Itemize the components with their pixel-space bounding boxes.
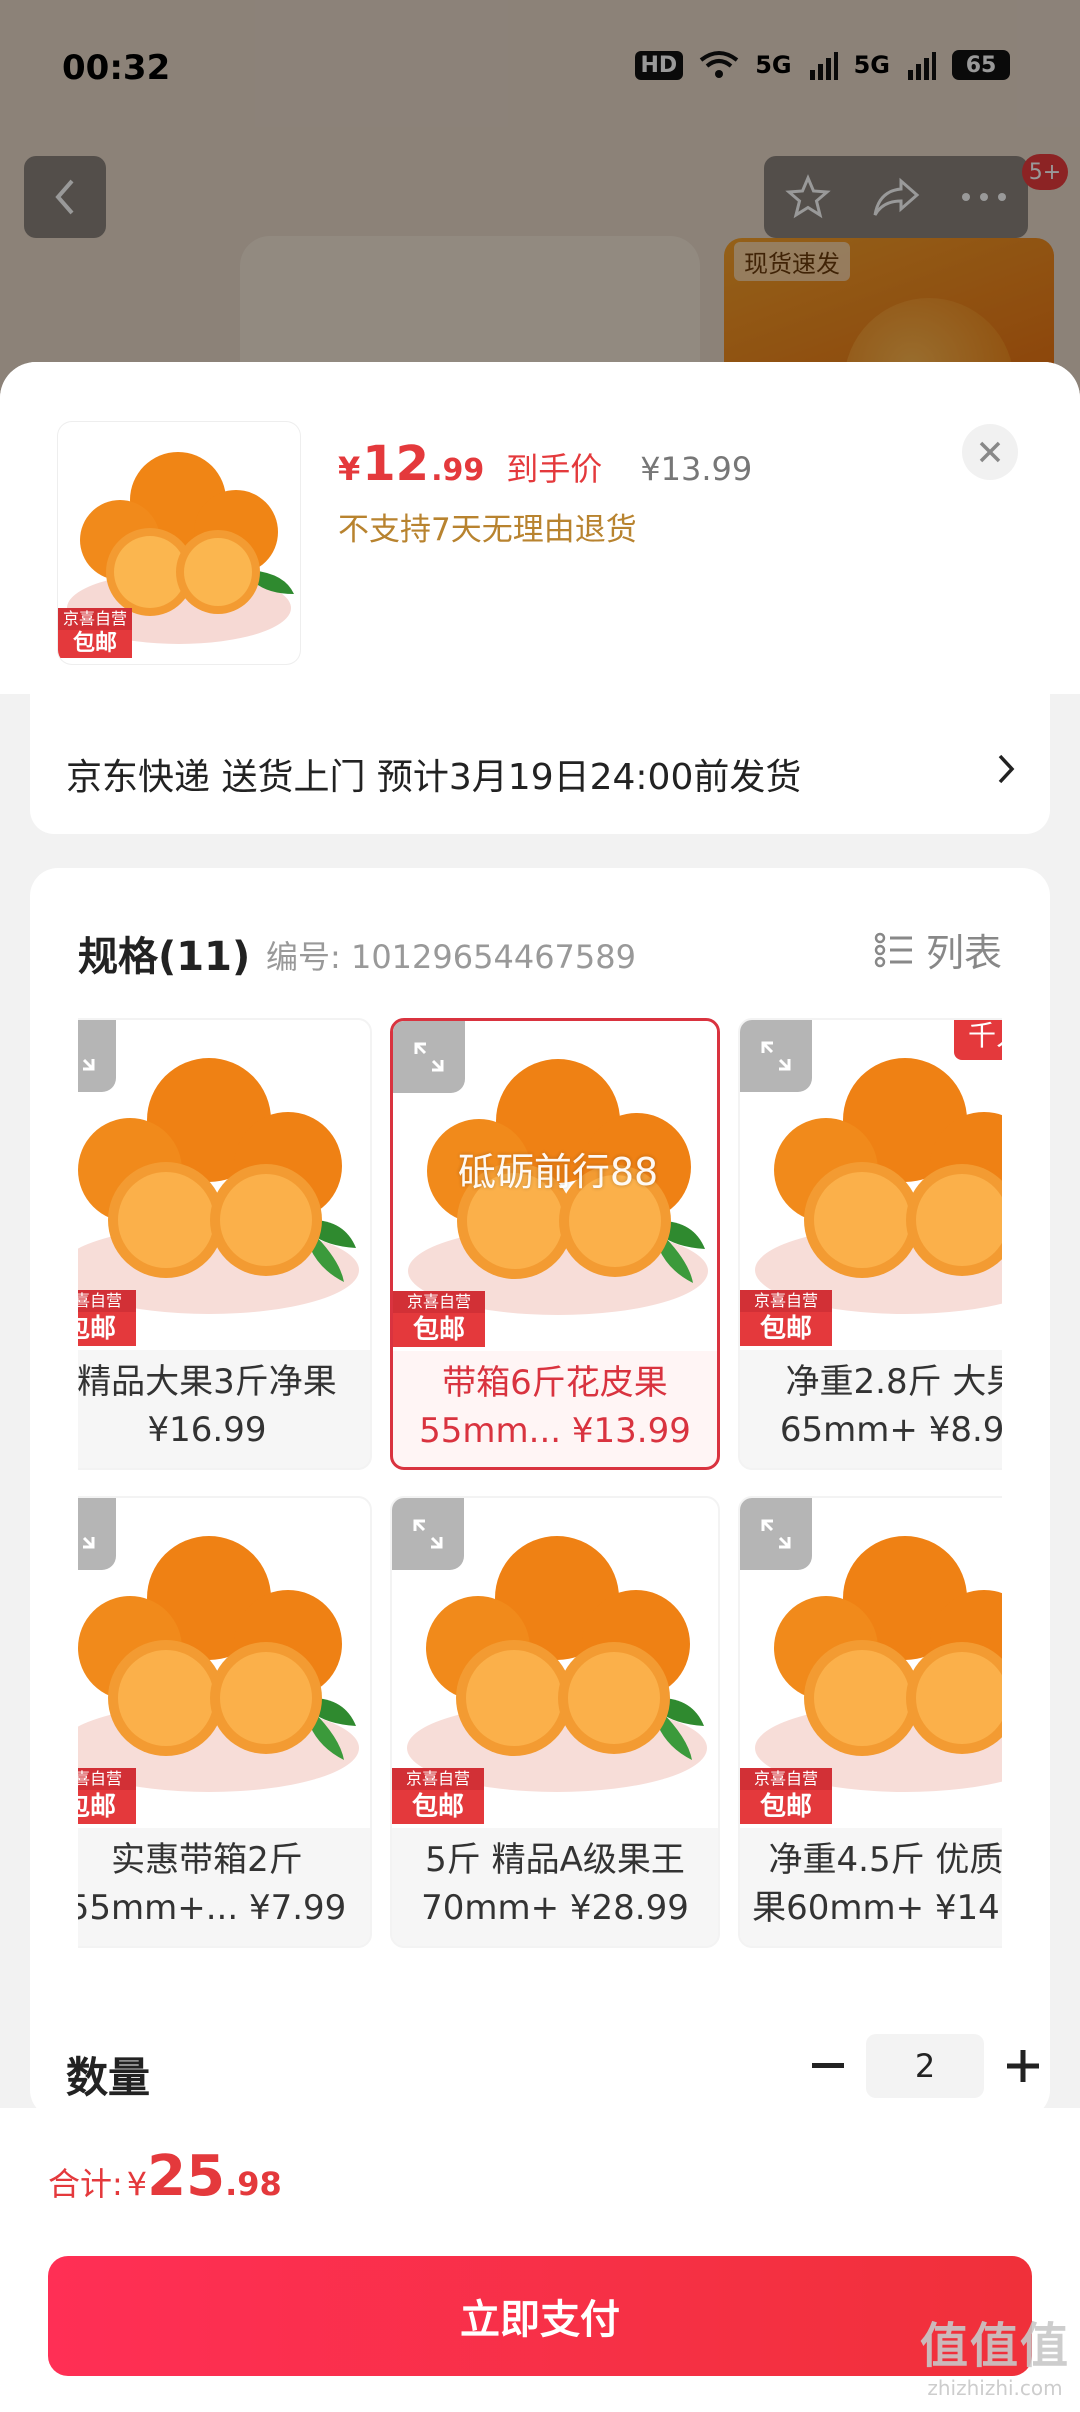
brand-tag: 京喜自营 (393, 1291, 485, 1313)
free-shipping-tag: 包邮 (78, 1314, 116, 1344)
quantity-label: 数量 (66, 2053, 151, 2102)
sheet-header: 京喜自营 包邮 ¥ 12 .99 到手价 ¥13.99 不支持7天无理由退货 (0, 362, 1080, 694)
spec-grid: 京喜自营 包邮 精品大果3斤净果 ¥16.99 砥砺前行88 (78, 1018, 1002, 1948)
close-icon (979, 441, 1001, 463)
expand-image-button[interactable] (740, 1498, 812, 1570)
site-watermark-sub: zhizhizhi.com (927, 2376, 1063, 2400)
expand-image-button[interactable] (78, 1498, 116, 1570)
spec-option-name: 精品大果3斤净果 (78, 1362, 337, 1402)
spec-option-image: 京喜自营 包邮 (78, 1020, 370, 1350)
brand-tag: 京喜自营 (58, 608, 132, 630)
spec-option[interactable]: 砥砺前行88 京喜自营 包邮 带箱6斤花皮果 55mm... ¥13.99 (390, 1018, 720, 1470)
spec-grid-viewport[interactable]: 京喜自营 包邮 精品大果3斤净果 ¥16.99 砥砺前行88 (78, 1018, 1002, 1988)
expand-icon (761, 1519, 791, 1549)
total-integer: 25 (147, 2144, 226, 2209)
total-label: 合计: (48, 2165, 123, 2203)
price-row: ¥ 12 .99 到手价 ¥13.99 (338, 436, 752, 492)
quantity-decrease-button[interactable] (804, 2036, 852, 2096)
image-watermark: 砥砺前行88 (457, 1150, 659, 1194)
spec-option[interactable]: 京喜自营 包邮 净重4.5斤 优质大 果60mm+ ¥14.99 (738, 1496, 1002, 1948)
spec-option-image: 京喜自营 包邮 (740, 1498, 1002, 1828)
site-watermark-main: 值值值 (919, 2318, 1070, 2374)
delivery-card[interactable]: 京东快递 送货上门 预计3月19日24:00前发货 (30, 694, 1050, 834)
free-shipping-tag: 包邮 (72, 631, 117, 656)
price-label: 到手价 (506, 450, 603, 488)
plus-icon (1007, 2050, 1039, 2082)
price-decimal: .99 (431, 453, 485, 488)
shipping-tag: 京喜自营 包邮 (393, 1291, 485, 1347)
spec-option-price: 65mm+ ¥8.99 (779, 1410, 1002, 1450)
close-button[interactable] (962, 424, 1018, 480)
brand-tag: 京喜自营 (740, 1768, 832, 1790)
brand-tag: 京喜自营 (78, 1768, 136, 1790)
free-shipping-tag: 包邮 (411, 1792, 464, 1822)
list-view-toggle[interactable]: 列表 (874, 922, 1002, 977)
spec-option-name: 实惠带箱2斤 (111, 1840, 303, 1880)
shipping-tag: 京喜自营 包邮 (58, 608, 132, 658)
spec-option-image: 京喜自营 包邮 (740, 1020, 1002, 1350)
product-code: 编号: 10129654467589 (266, 938, 636, 976)
shipping-tag: 京喜自营 包邮 (740, 1768, 832, 1824)
spec-option[interactable]: 京喜自营 包邮 精品大果3斤净果 ¥16.99 (78, 1018, 372, 1470)
original-price: ¥13.99 (640, 450, 753, 488)
brand-tag: 京喜自营 (740, 1290, 832, 1312)
spec-option-image: 京喜自营 包邮 (78, 1498, 370, 1828)
spec-title: 规格(11) (78, 934, 251, 980)
list-label: 列表 (925, 931, 1002, 975)
checkout-footer: 合计: ¥ 25 .98 立即支付 值值值 zhizhizhi.com (0, 2108, 1080, 2412)
return-policy-note: 不支持7天无理由退货 (338, 512, 637, 548)
dim-overlay[interactable] (0, 0, 1080, 420)
spec-option-price: 果60mm+ ¥14.99 (752, 1888, 1002, 1928)
spec-option-name: 带箱6斤花皮果 (442, 1363, 668, 1403)
quantity-increase-button[interactable] (998, 2036, 1048, 2096)
spec-option-price: 70mm+ ¥28.99 (421, 1888, 689, 1928)
quantity-input[interactable]: 2 (866, 2034, 984, 2098)
free-shipping-tag: 包邮 (759, 1792, 812, 1822)
list-icon (874, 932, 912, 967)
free-shipping-tag: 包邮 (759, 1314, 812, 1344)
spec-option[interactable]: 京喜自营 包邮 5斤 精品A级果王 70mm+ ¥28.99 (390, 1496, 720, 1948)
spec-option-price: 55mm+... ¥7.99 (78, 1888, 347, 1928)
spec-option-name: 净重2.8斤 大果 (785, 1362, 1002, 1402)
expand-image-button[interactable] (740, 1020, 812, 1092)
price-integer: 12 (362, 436, 430, 492)
shipping-tag: 京喜自营 包邮 (78, 1290, 136, 1346)
chevron-right-icon (998, 754, 1015, 784)
expand-image-button[interactable] (78, 1020, 116, 1092)
expand-image-button[interactable] (393, 1021, 465, 1093)
price-symbol: ¥ (338, 450, 361, 488)
pay-now-button[interactable]: 立即支付 (48, 2256, 1032, 2376)
promo-tag: 千人购 (953, 1020, 1002, 1060)
spec-option[interactable]: 千人购 京喜自营 包邮 净重2.8斤 大果 6 (738, 1018, 1002, 1470)
spec-option-price: 55mm... ¥13.99 (419, 1411, 691, 1451)
free-shipping-tag: 包邮 (78, 1792, 116, 1822)
delivery-info: 京东快递 送货上门 预计3月19日24:00前发货 (66, 757, 802, 798)
shipping-tag: 京喜自营 包邮 (392, 1768, 484, 1824)
total-decimal: .98 (225, 2165, 282, 2203)
total-price: 合计: ¥ 25 .98 (48, 2144, 282, 2209)
spec-card: 规格(11) 编号: 10129654467589 列表 自营 邮 精品大果3斤… (30, 868, 1050, 2118)
minus-icon (812, 2063, 844, 2068)
spec-option[interactable]: 京喜自营 包邮 实惠带箱2斤 55mm+... ¥7.99 (78, 1496, 372, 1948)
expand-icon (82, 1536, 95, 1549)
expand-icon (413, 1519, 443, 1549)
shipping-tag: 京喜自营 包邮 (78, 1768, 136, 1824)
shipping-tag: 京喜自营 包邮 (740, 1290, 832, 1346)
expand-icon (761, 1041, 791, 1071)
expand-icon (82, 1058, 95, 1071)
expand-icon (414, 1042, 444, 1072)
spec-option-image: 京喜自营 包邮 (392, 1498, 718, 1828)
spec-option-price: ¥16.99 (147, 1410, 267, 1450)
spec-option-image: 砥砺前行88 京喜自营 包邮 (393, 1021, 717, 1351)
product-thumbnail: 京喜自营 包邮 (58, 422, 300, 664)
spec-option-name: 5斤 精品A级果王 (425, 1840, 685, 1880)
spec-option-name: 净重4.5斤 优质大 (768, 1840, 1002, 1880)
brand-tag: 京喜自营 (78, 1290, 136, 1312)
total-symbol: ¥ (126, 2165, 148, 2203)
brand-tag: 京喜自营 (392, 1768, 484, 1790)
site-watermark: 值值值 zhizhizhi.com (920, 2306, 1070, 2400)
spec-selection-sheet: 京喜自营 包邮 ¥ 12 .99 到手价 ¥13.99 不支持7天无理由退货 京… (0, 362, 1080, 2412)
free-shipping-tag: 包邮 (412, 1315, 465, 1345)
expand-image-button[interactable] (392, 1498, 464, 1570)
